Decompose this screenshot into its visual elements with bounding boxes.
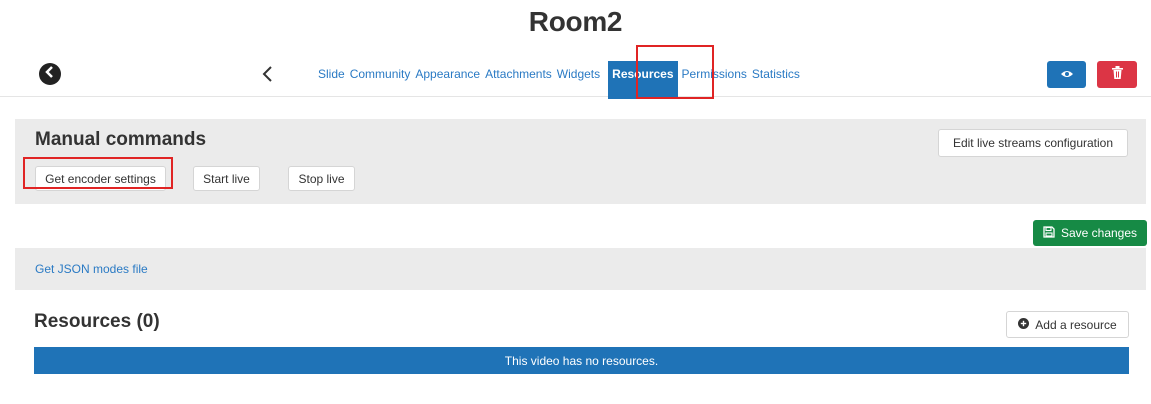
- tab-community[interactable]: Community: [350, 67, 411, 81]
- save-changes-button[interactable]: Save changes: [1033, 220, 1147, 246]
- tab-slide[interactable]: Slide: [318, 67, 345, 81]
- prev-button[interactable]: [258, 62, 278, 86]
- floppy-disk-icon: [1043, 225, 1055, 241]
- tab-appearance[interactable]: Appearance: [415, 67, 480, 81]
- resources-title: Resources (0): [34, 311, 160, 332]
- tab-attachments[interactable]: Attachments: [485, 67, 552, 81]
- trash-icon: [1111, 65, 1123, 84]
- no-resources-banner: This video has no resources.: [34, 347, 1129, 374]
- json-modes-panel: Get JSON modes file: [15, 248, 1146, 290]
- add-resource-label: Add a resource: [1035, 317, 1117, 332]
- view-button[interactable]: [1047, 61, 1086, 88]
- encoder-button-highlight: [23, 157, 173, 189]
- start-live-button[interactable]: Start live: [193, 166, 260, 191]
- tab-widgets[interactable]: Widgets: [557, 67, 600, 81]
- tab-list: Slide Community Appearance Attachments W…: [318, 52, 805, 99]
- add-resource-button[interactable]: Add a resource: [1006, 311, 1129, 338]
- manual-commands-title: Manual commands: [35, 129, 207, 150]
- delete-button[interactable]: [1097, 61, 1137, 88]
- edit-live-streams-button[interactable]: Edit live streams configuration: [938, 129, 1128, 157]
- chevron-left-icon: [258, 66, 278, 90]
- tab-statistics[interactable]: Statistics: [752, 67, 800, 81]
- resources-tab-highlight: [636, 45, 714, 99]
- manual-commands-panel: Manual commands Get encoder settings Sta…: [15, 119, 1146, 204]
- plus-circle-icon: [1018, 317, 1030, 332]
- back-button[interactable]: [39, 63, 61, 85]
- nav-bar: Slide Community Appearance Attachments W…: [0, 52, 1151, 99]
- stop-live-button[interactable]: Stop live: [288, 166, 355, 191]
- page-title: Room2: [528, 6, 623, 37]
- eye-icon: [1060, 66, 1074, 84]
- save-changes-label: Save changes: [1060, 226, 1138, 240]
- get-json-modes-link[interactable]: Get JSON modes file: [35, 262, 148, 276]
- circle-arrow-left-icon: [44, 65, 56, 83]
